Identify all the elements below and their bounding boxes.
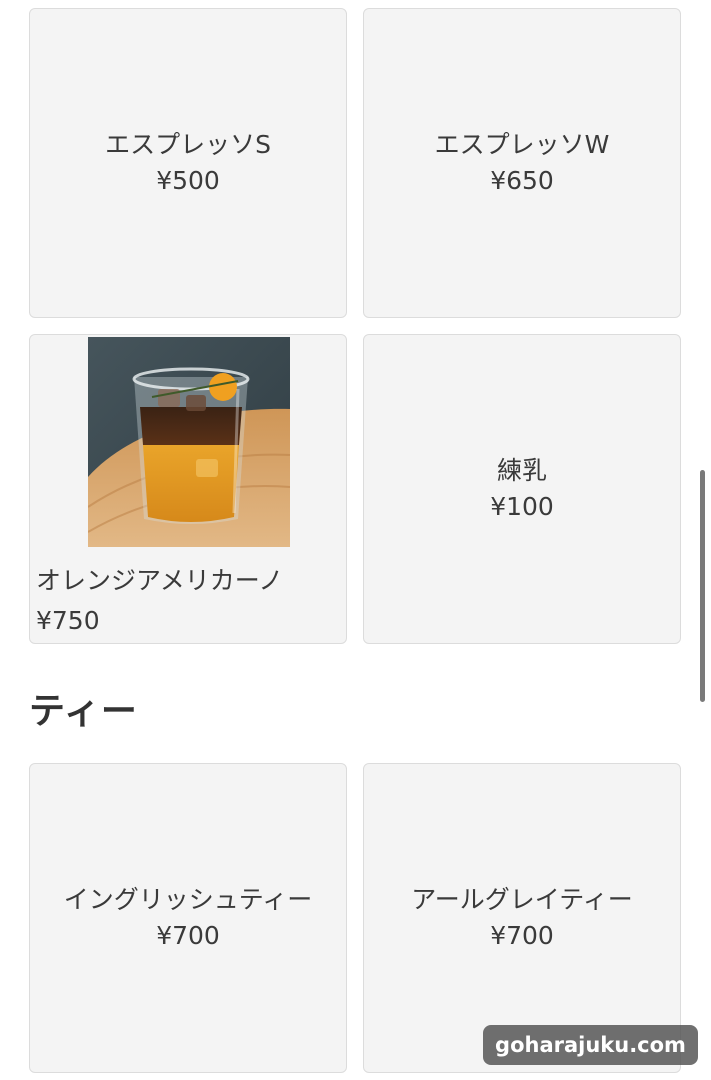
item-price: ¥700 — [490, 921, 554, 950]
menu-item-espresso-w[interactable]: エスプレッソW ¥650 — [363, 8, 681, 318]
item-name: エスプレッソW — [434, 130, 610, 159]
menu-item-condensed-milk[interactable]: 練乳 ¥100 — [363, 334, 681, 644]
section-heading-tea: ティー — [29, 691, 138, 732]
orange-americano-photo — [88, 337, 290, 547]
item-name: 練乳 — [496, 456, 547, 485]
watermark-badge: goharajuku.com — [483, 1025, 698, 1065]
scrollbar-thumb[interactable] — [700, 470, 705, 702]
menu-item-english-tea[interactable]: イングリッシュティー ¥700 — [29, 763, 347, 1073]
menu-item-orange-americano[interactable]: オレンジアメリカーノ ¥750 — [29, 334, 347, 644]
item-name: オレンジアメリカーノ — [36, 566, 284, 595]
item-price: ¥750 — [36, 606, 100, 635]
item-price: ¥700 — [156, 921, 220, 950]
item-price: ¥650 — [490, 166, 554, 195]
item-price: ¥500 — [156, 166, 220, 195]
item-name: アールグレイティー — [411, 885, 633, 914]
item-price: ¥100 — [490, 492, 554, 521]
item-name: イングリッシュティー — [63, 885, 313, 914]
item-name: エスプレッソS — [105, 130, 271, 159]
menu-item-espresso-s[interactable]: エスプレッソS ¥500 — [29, 8, 347, 318]
